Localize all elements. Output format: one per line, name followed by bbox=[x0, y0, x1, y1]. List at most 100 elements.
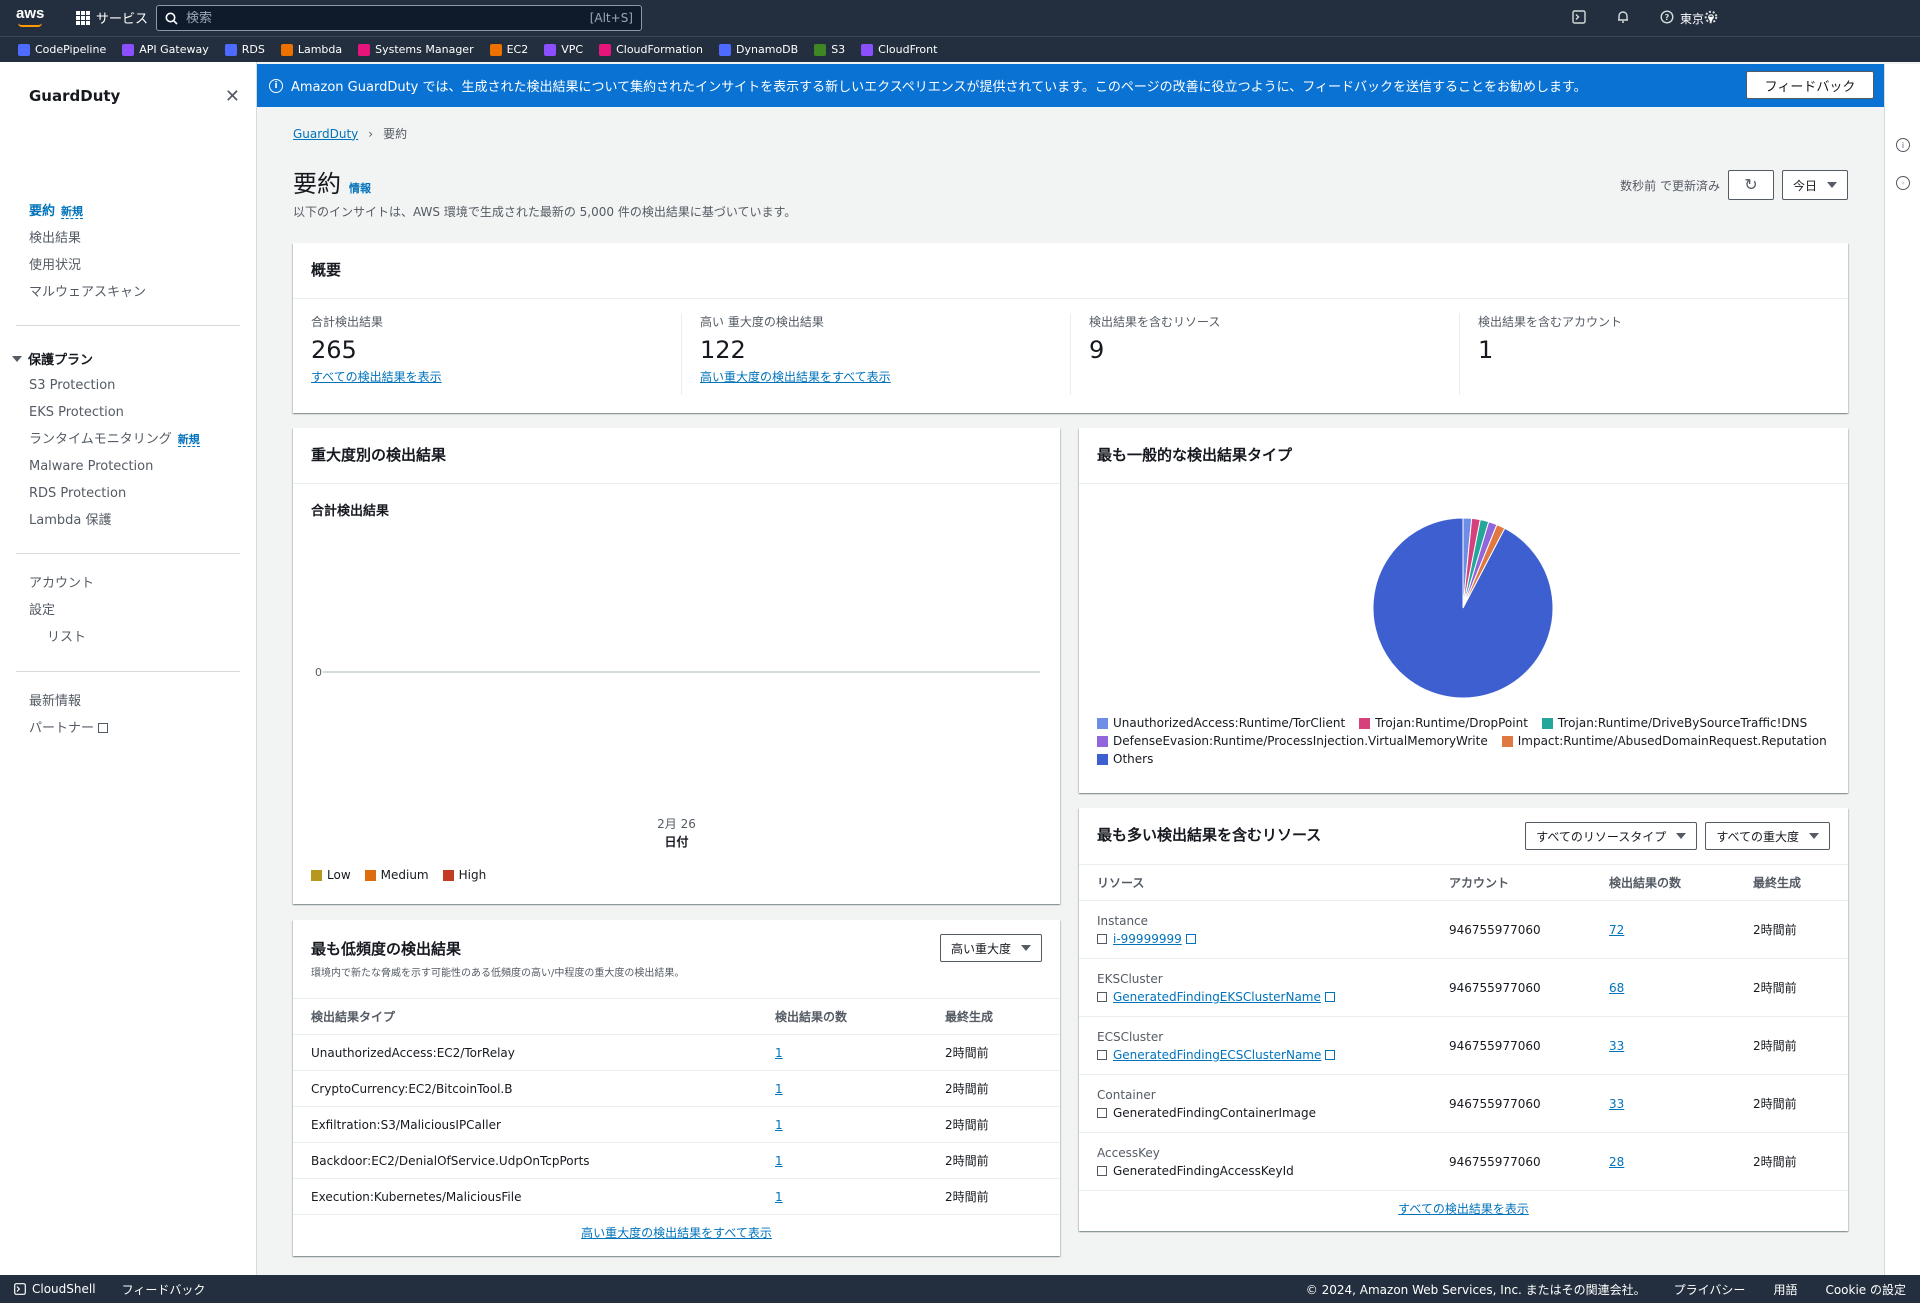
refresh-button[interactable]: ↻ bbox=[1727, 170, 1774, 200]
finding-count-link[interactable]: 1 bbox=[775, 1190, 783, 1204]
favorite-dynamodb[interactable]: DynamoDB bbox=[719, 43, 798, 56]
resource-severity-filter-select[interactable]: すべての重大度 bbox=[1705, 822, 1830, 850]
sidebar-item-malware-protection[interactable]: Malware Protection bbox=[29, 453, 200, 480]
legend-item-low[interactable]: Low bbox=[311, 868, 351, 882]
cloudshell-button[interactable]: CloudShell bbox=[14, 1282, 96, 1296]
close-icon[interactable]: ✕ bbox=[225, 86, 240, 107]
cookie-settings-link[interactable]: Cookie の設定 bbox=[1825, 1281, 1906, 1298]
favorite-vpc[interactable]: VPC bbox=[544, 43, 583, 56]
banner-text: Amazon GuardDuty では、生成された検出結果について集約されたイン… bbox=[291, 80, 1587, 95]
copy-icon[interactable] bbox=[1097, 1107, 1107, 1118]
sidebar-item-partners[interactable]: パートナー bbox=[29, 715, 109, 742]
sidebar-item-lambda-protection[interactable]: Lambda 保護 bbox=[29, 507, 200, 534]
legend-item[interactable]: Others bbox=[1097, 752, 1153, 766]
view-all-findings-link[interactable]: すべての検出結果を表示 bbox=[311, 368, 673, 385]
legend-item[interactable]: Impact:Runtime/AbusedDomainRequest.Reput… bbox=[1501, 734, 1827, 748]
finding-count-link[interactable]: 1 bbox=[775, 1118, 783, 1132]
sidebar-item-whats-new[interactable]: 最新情報 bbox=[29, 688, 108, 715]
view-high-severity-link[interactable]: 高い重大度の検出結果をすべて表示 bbox=[700, 368, 1062, 385]
legend-item-high[interactable]: High bbox=[442, 868, 486, 882]
aws-logo[interactable]: aws bbox=[16, 6, 44, 29]
favorite-rds[interactable]: RDS bbox=[224, 43, 265, 56]
favorite-lambda[interactable]: Lambda bbox=[280, 43, 342, 56]
feedback-button[interactable]: フィードバック bbox=[1746, 71, 1874, 99]
sidebar-item-accounts[interactable]: アカウント bbox=[29, 570, 94, 597]
finding-count-link[interactable]: 72 bbox=[1609, 923, 1624, 937]
last-generated: 2時間前 bbox=[927, 1070, 1060, 1107]
top-resources-title: 最も多い検出結果を含むリソース bbox=[1097, 826, 1322, 844]
favorite-ec2[interactable]: EC2 bbox=[489, 43, 528, 56]
search-bar[interactable]: [Alt+S] bbox=[156, 5, 642, 31]
legend-item[interactable]: Trojan:Runtime/DriveBySourceTraffic!DNS bbox=[1541, 716, 1807, 730]
pie-slice[interactable] bbox=[1372, 517, 1554, 699]
column-header[interactable]: 最終生成 bbox=[1735, 864, 1848, 901]
resource-link[interactable]: GeneratedFindingECSClusterName bbox=[1113, 1048, 1321, 1062]
legend-item-medium[interactable]: Medium bbox=[364, 868, 429, 882]
favorite-codepipeline[interactable]: CodePipeline bbox=[18, 43, 106, 56]
sidebar-section-protection-plans[interactable]: 保護プラン bbox=[12, 349, 93, 368]
sidebar-item-s3-protection[interactable]: S3 Protection bbox=[29, 372, 200, 399]
column-header[interactable]: アカウント bbox=[1431, 864, 1591, 901]
finding-type: Backdoor:EC2/DenialOfService.UdpOnTcpPor… bbox=[293, 1142, 757, 1179]
severity-filter-select[interactable]: 高い重大度 bbox=[939, 934, 1042, 962]
finding-count-link[interactable]: 28 bbox=[1609, 1155, 1624, 1169]
column-header[interactable]: 検出結果の数 bbox=[1591, 864, 1735, 901]
terms-link[interactable]: 用語 bbox=[1773, 1281, 1797, 1298]
tutorial-icon[interactable]: ◦ bbox=[1896, 176, 1910, 190]
breadcrumb-guardduty-link[interactable]: GuardDuty bbox=[293, 127, 358, 141]
column-header[interactable]: リソース bbox=[1079, 864, 1431, 901]
finding-count-link[interactable]: 33 bbox=[1609, 1097, 1624, 1111]
external-link-icon bbox=[1325, 1049, 1336, 1060]
column-header[interactable]: 最終生成 bbox=[927, 998, 1060, 1035]
favorite-cloudformation[interactable]: CloudFormation bbox=[599, 43, 703, 56]
resource-link[interactable]: GeneratedFindingEKSClusterName bbox=[1113, 990, 1321, 1004]
privacy-link[interactable]: プライバシー bbox=[1674, 1281, 1746, 1298]
region-selector[interactable]: 東京 ▾ bbox=[1680, 10, 1714, 27]
column-header[interactable]: 検出結果タイプ bbox=[293, 998, 757, 1035]
finding-count-link[interactable]: 1 bbox=[775, 1154, 783, 1168]
legend-item[interactable]: Trojan:Runtime/DropPoint bbox=[1359, 716, 1528, 730]
finding-count-link[interactable]: 1 bbox=[775, 1082, 783, 1096]
sidebar-item-eks-protection[interactable]: EKS Protection bbox=[29, 399, 200, 426]
sidebar-item-usage[interactable]: 使用状況 bbox=[29, 252, 146, 279]
favorite-systems-manager[interactable]: Systems Manager bbox=[358, 43, 474, 56]
sidebar-item-settings[interactable]: 設定 bbox=[29, 597, 94, 624]
finding-count-link[interactable]: 68 bbox=[1609, 981, 1624, 995]
metric-high-severity: 高い 重大度の検出結果 122 高い重大度の検出結果をすべて表示 bbox=[682, 313, 1062, 385]
legend-item[interactable]: DefenseEvasion:Runtime/ProcessInjection.… bbox=[1097, 734, 1488, 748]
copy-icon[interactable] bbox=[1097, 1049, 1107, 1060]
sidebar-item-summary[interactable]: 要約 新規 bbox=[29, 198, 146, 225]
favorite-api-gateway[interactable]: API Gateway bbox=[122, 43, 209, 56]
least-frequent-card: 最も低頻度の検出結果 環境内で新たな脅威を示す可能性のある低頻度の高い/中程度の… bbox=[293, 920, 1060, 1256]
new-badge: 新規 bbox=[61, 205, 84, 219]
resource-type-filter-select[interactable]: すべてのリソースタイプ bbox=[1525, 822, 1698, 850]
sidebar-item-rds-protection[interactable]: RDS Protection bbox=[29, 480, 200, 507]
info-panel-icon[interactable]: i bbox=[1896, 138, 1910, 152]
notifications-bell-icon[interactable] bbox=[1614, 8, 1632, 26]
info-link[interactable]: 情報 bbox=[349, 180, 371, 196]
services-menu-button[interactable]: サービス bbox=[76, 8, 148, 27]
legend-item[interactable]: UnauthorizedAccess:Runtime/TorClient bbox=[1097, 716, 1345, 730]
cloudshell-icon[interactable] bbox=[1570, 8, 1588, 26]
view-all-findings-link[interactable]: すべての検出結果を表示 bbox=[1398, 1202, 1529, 1216]
search-input[interactable] bbox=[186, 10, 590, 26]
footer-feedback-link[interactable]: フィードバック bbox=[122, 1281, 206, 1298]
copy-icon[interactable] bbox=[1097, 991, 1107, 1002]
sidebar-item-runtime-monitoring[interactable]: ランタイムモニタリング 新規 bbox=[29, 426, 200, 453]
finding-count-link[interactable]: 1 bbox=[775, 1046, 783, 1060]
finding-count-link[interactable]: 33 bbox=[1609, 1039, 1624, 1053]
favorite-s3[interactable]: S3 bbox=[814, 43, 845, 56]
favorite-cloudfront[interactable]: CloudFront bbox=[861, 43, 937, 56]
copy-icon[interactable] bbox=[1097, 1165, 1107, 1176]
sidebar-item-lists[interactable]: リスト bbox=[29, 624, 94, 651]
account-id: 946755977060 bbox=[1431, 900, 1591, 959]
resource-link[interactable]: i-99999999 bbox=[1113, 932, 1182, 946]
column-header[interactable]: 検出結果の数 bbox=[757, 998, 927, 1035]
view-high-severity-link[interactable]: 高い重大度の検出結果をすべて表示 bbox=[581, 1226, 772, 1240]
sidebar-item-malware-scan[interactable]: マルウェアスキャン bbox=[29, 279, 146, 306]
resource-kind: EKSCluster bbox=[1097, 971, 1163, 986]
copy-icon[interactable] bbox=[1097, 933, 1107, 944]
time-range-select[interactable]: 今日 bbox=[1781, 170, 1848, 200]
sidebar-item-findings[interactable]: 検出結果 bbox=[29, 225, 146, 252]
help-icon[interactable]: ? bbox=[1658, 8, 1676, 26]
